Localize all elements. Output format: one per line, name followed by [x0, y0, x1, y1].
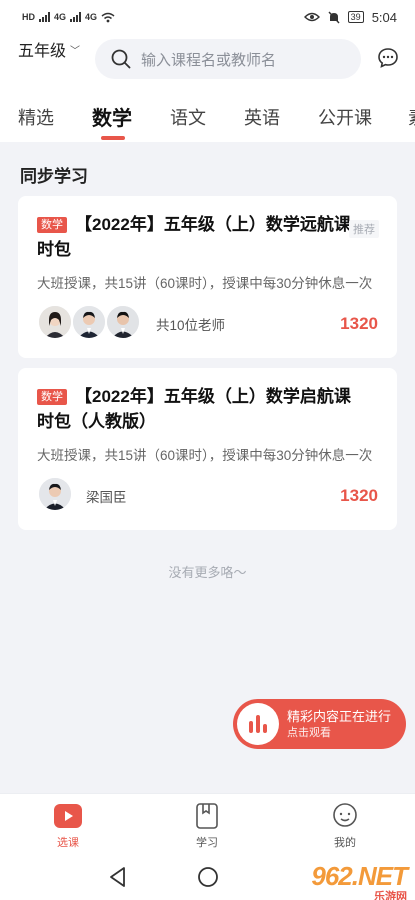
profile-icon [333, 803, 357, 827]
grade-label: 五年级 [18, 43, 67, 60]
course-title-text: 【2022年】五年级（上）数学启航课时包（人教版） [37, 387, 351, 431]
course-description: 大班授课，共15讲（60课时），授课中每30分钟休息一次 [37, 448, 373, 463]
grade-selector[interactable]: 五年级 ﹀ [18, 37, 80, 61]
tab-english[interactable]: 英语 [244, 104, 280, 130]
signal-icon-2 [70, 12, 82, 22]
subject-tag: 数学 [37, 389, 67, 405]
live-audio-icon [237, 703, 279, 745]
avatar [71, 304, 107, 340]
watermark: 962.NET 乐游网 [311, 861, 408, 900]
end-of-list-text: 没有更多咯～ [168, 565, 247, 580]
avatar [37, 476, 73, 512]
course-price: 1320 [340, 314, 378, 333]
avatar [37, 304, 73, 340]
search-icon [111, 49, 131, 69]
active-tab-indicator [101, 136, 125, 140]
nav-item-study[interactable]: 学习 [172, 802, 242, 850]
course-title: 数学 【2022年】五年级（上）数学远航课时包 [37, 212, 355, 262]
home-icon[interactable] [197, 866, 219, 888]
system-nav-bar: 962.NET 乐游网 [0, 855, 415, 900]
bottom-nav: 选课 学习 我的 [0, 793, 415, 855]
tab-math[interactable]: 数学 [92, 102, 132, 131]
status-bar: HD 4G 4G 39 5:04 [0, 0, 415, 34]
course-price: 1320 [340, 486, 378, 505]
tab-chinese[interactable]: 语文 [170, 104, 206, 130]
recommend-badge: 推荐 [349, 220, 379, 238]
section-title: 同步学习 [20, 167, 88, 186]
play-icon [54, 804, 82, 828]
nav-item-profile[interactable]: 我的 [310, 802, 380, 850]
back-icon[interactable] [108, 866, 128, 888]
battery-indicator: 39 [347, 11, 364, 23]
teacher-count: 共10位老师 [156, 318, 226, 333]
teacher-name: 梁国臣 [86, 490, 127, 505]
live-banner-subtitle: 点击观看 [287, 727, 331, 739]
teacher-avatars [37, 304, 141, 340]
search-bar[interactable]: 输入课程名或教师名 [95, 39, 361, 79]
nav-label: 选课 [57, 837, 79, 849]
subject-tabs: 精选 数学 语文 英语 公开课 素 [0, 90, 415, 142]
message-icon[interactable] [376, 46, 400, 70]
avatar [105, 304, 141, 340]
network-label-1: 4G [54, 12, 67, 22]
chevron-down-icon: ﹀ [70, 45, 81, 57]
wifi-icon [101, 12, 115, 22]
top-header: 五年级 ﹀ 输入课程名或教师名 [0, 34, 415, 90]
network-label-2: 4G [85, 12, 98, 22]
mute-bell-icon [328, 11, 340, 23]
course-description: 大班授课，共15讲（60课时），授课中每30分钟休息一次 [37, 276, 373, 291]
eye-icon [303, 12, 320, 22]
search-placeholder: 输入课程名或教师名 [141, 51, 277, 69]
tab-open-class[interactable]: 公开课 [318, 104, 372, 130]
course-title-text: 【2022年】五年级（上）数学远航课时包 [37, 215, 351, 259]
signal-icon [39, 12, 50, 22]
course-title: 数学 【2022年】五年级（上）数学启航课时包（人教版） [37, 384, 355, 434]
nav-label: 我的 [334, 837, 356, 849]
clock: 5:04 [371, 9, 397, 25]
signal-indicators: HD 4G 4G [22, 12, 115, 23]
watermark-main: 962.NET [311, 861, 408, 891]
course-card[interactable]: 数学 【2022年】五年级（上）数学启航课时包（人教版） 大班授课，共15讲（60… [18, 368, 397, 530]
subject-tag: 数学 [37, 217, 67, 233]
live-banner-title: 精彩内容正在进行 [287, 709, 392, 724]
notebook-icon [196, 803, 218, 829]
nav-item-courses[interactable]: 选课 [33, 802, 103, 850]
hd-label: HD [22, 12, 35, 22]
tab-more[interactable]: 素 [408, 104, 415, 130]
nav-label: 学习 [196, 837, 218, 849]
live-banner[interactable]: 精彩内容正在进行 点击观看 [233, 699, 406, 749]
course-card[interactable]: 数学 【2022年】五年级（上）数学远航课时包 推荐 大班授课，共15讲（60课时… [18, 196, 397, 358]
teacher-avatars [37, 476, 73, 512]
tab-featured[interactable]: 精选 [18, 104, 54, 130]
